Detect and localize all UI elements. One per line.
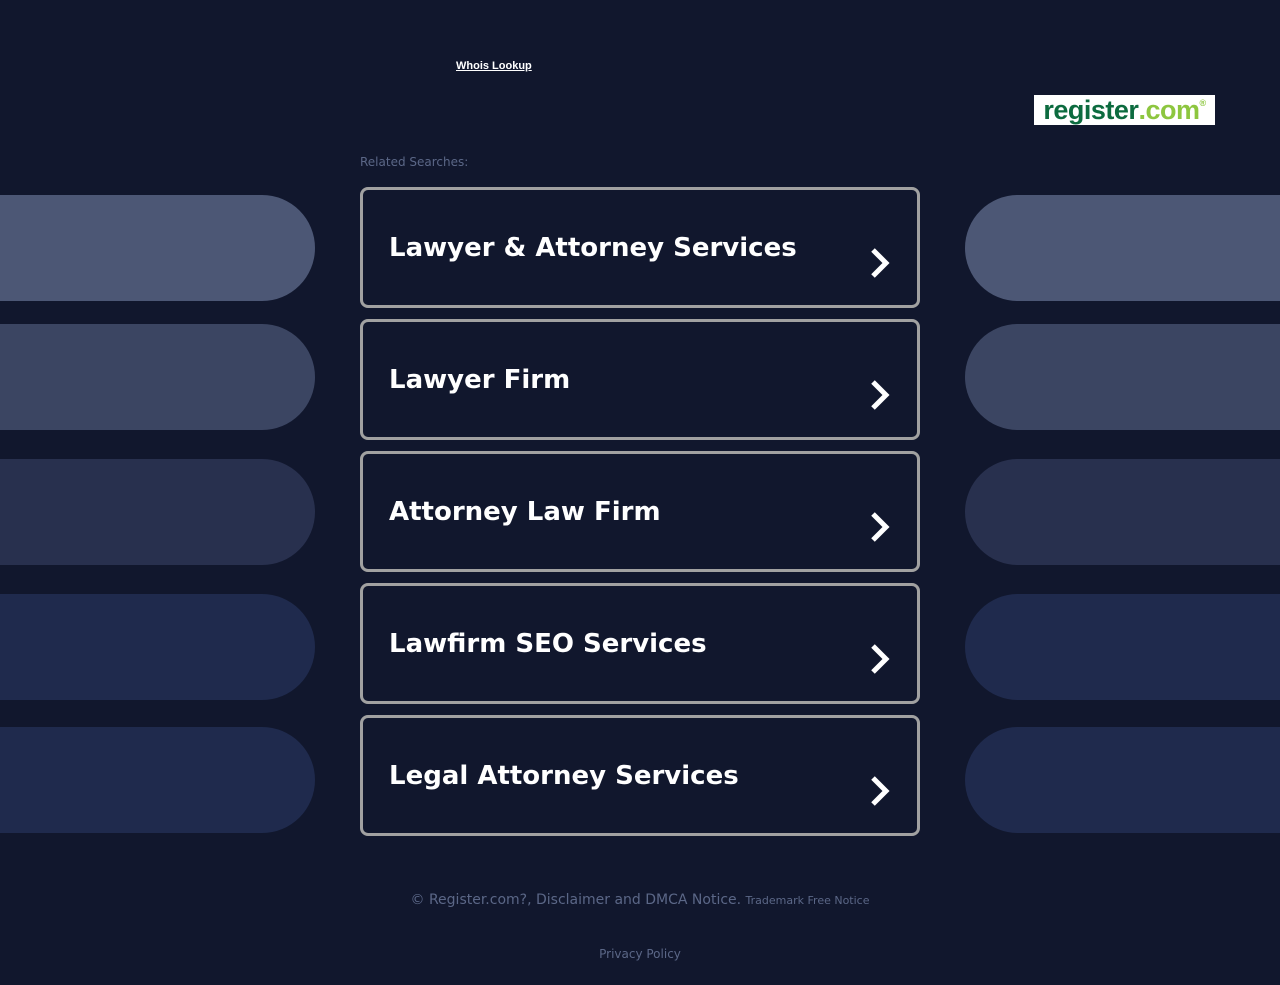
- copyright-disclaimer-link[interactable]: © Register.com?, Disclaimer and DMCA Not…: [411, 892, 742, 908]
- footer-notice: © Register.com?, Disclaimer and DMCA Not…: [0, 892, 1280, 908]
- privacy-policy-link[interactable]: Privacy Policy: [0, 947, 1280, 961]
- chevron-right-icon: [871, 644, 890, 674]
- logo-registered-mark: ®: [1199, 98, 1206, 108]
- decor-pill-left-1: [0, 195, 315, 301]
- search-card-label: Lawyer Firm: [389, 365, 571, 395]
- decor-pill-right-2: [965, 324, 1280, 430]
- search-card-lawfirm-seo-services[interactable]: Lawfirm SEO Services: [360, 583, 920, 704]
- search-card-lawyer-firm[interactable]: Lawyer Firm: [360, 319, 920, 440]
- chevron-right-icon: [871, 776, 890, 806]
- decor-pill-right-4: [965, 594, 1280, 700]
- search-card-label: Lawfirm SEO Services: [389, 629, 707, 659]
- chevron-right-icon: [871, 248, 890, 278]
- trademark-notice-link[interactable]: Trademark Free Notice: [746, 894, 870, 907]
- chevron-right-icon: [871, 512, 890, 542]
- logo-domain-text: .com: [1138, 95, 1200, 125]
- decor-pill-right-5: [965, 727, 1280, 833]
- search-card-lawyer-attorney-services[interactable]: Lawyer & Attorney Services: [360, 187, 920, 308]
- chevron-right-icon: [871, 380, 890, 410]
- decor-pill-left-2: [0, 324, 315, 430]
- search-card-label: Attorney Law Firm: [389, 497, 661, 527]
- whois-lookup-link[interactable]: Whois Lookup: [456, 60, 532, 72]
- decor-pill-right-1: [965, 195, 1280, 301]
- decor-pill-left-4: [0, 594, 315, 700]
- search-card-label: Lawyer & Attorney Services: [389, 233, 797, 263]
- related-searches-label: Related Searches:: [360, 155, 469, 169]
- search-card-legal-attorney-services[interactable]: Legal Attorney Services: [360, 715, 920, 836]
- decor-pill-left-5: [0, 727, 315, 833]
- search-card-label: Legal Attorney Services: [389, 761, 739, 791]
- search-card-attorney-law-firm[interactable]: Attorney Law Firm: [360, 451, 920, 572]
- decor-pill-left-3: [0, 459, 315, 565]
- logo-main-text: register: [1043, 95, 1139, 125]
- decor-pill-right-3: [965, 459, 1280, 565]
- register-logo[interactable]: register .com ®: [1034, 95, 1215, 125]
